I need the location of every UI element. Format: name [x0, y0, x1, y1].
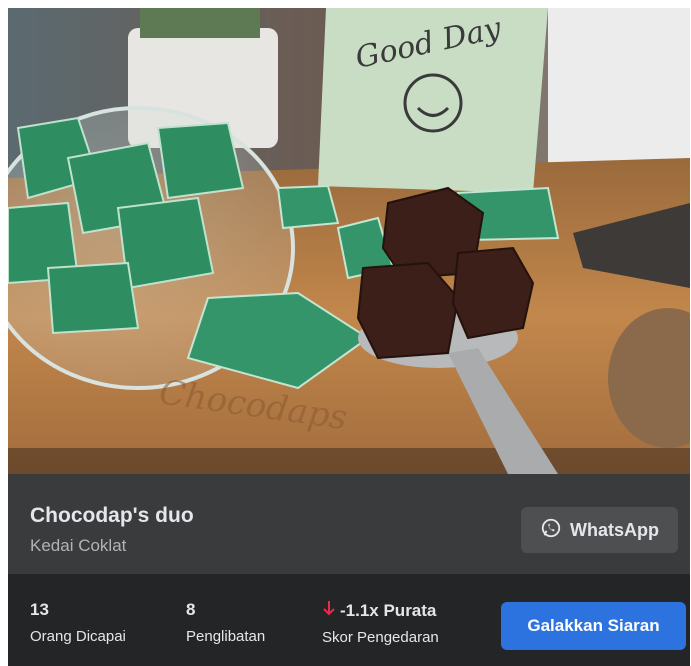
stat-value: -1.1x Purata	[340, 600, 437, 620]
stat-label: Penglibatan	[186, 628, 266, 645]
stat-value: 13	[30, 600, 49, 619]
stat-people-reached: 13 Orang Dicapai	[30, 600, 126, 645]
stat-distribution-score: -1.1x Purata Skor Pengedaran	[322, 600, 439, 647]
stat-value: 8	[186, 600, 196, 619]
boost-post-button[interactable]: Galakkan Siaran	[501, 602, 686, 650]
stat-engagement: 8 Penglibatan	[186, 600, 265, 645]
whatsapp-label: WhatsApp	[570, 519, 659, 540]
post-card: Good Day Chocodaps Chocodap's duo Kedai …	[8, 8, 690, 666]
post-image[interactable]: Good Day Chocodaps	[8, 8, 690, 474]
whatsapp-button[interactable]: WhatsApp	[521, 507, 678, 553]
boost-label: Galakkan Siaran	[527, 616, 660, 635]
insights-bar: 13 Orang Dicapai 8 Penglibatan -1.1x Pur…	[8, 574, 690, 666]
stat-label: Skor Pengedaran	[322, 629, 439, 646]
stat-label: Orang Dicapai	[30, 628, 126, 645]
page-info-bar: Chocodap's duo Kedai Coklat WhatsApp	[8, 474, 690, 574]
arrow-down-icon	[322, 600, 336, 621]
whatsapp-icon	[540, 517, 562, 544]
page-name[interactable]: Chocodap's duo	[30, 504, 194, 528]
page-category: Kedai Coklat	[30, 536, 127, 555]
